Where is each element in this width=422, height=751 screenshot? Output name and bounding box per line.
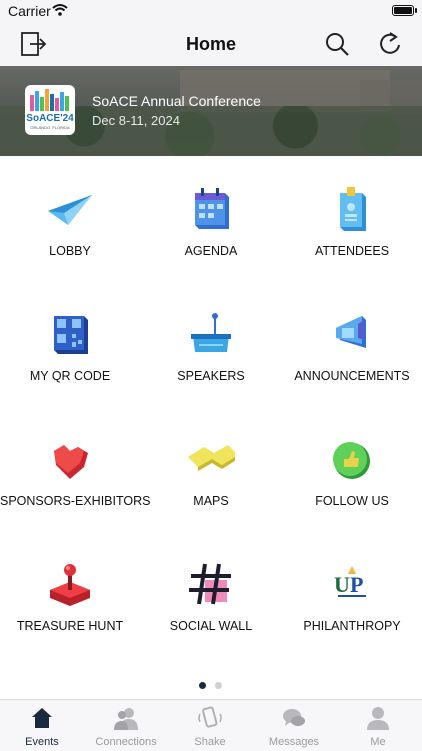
home-icon: [32, 708, 52, 728]
svg-text:P: P: [350, 572, 363, 597]
tile-speakers[interactable]: SPEAKERS: [141, 290, 281, 415]
tab-events[interactable]: Events: [0, 700, 84, 751]
tile-label: MAPS: [193, 494, 229, 508]
calendar-icon: [195, 188, 229, 229]
tab-label: Me: [370, 736, 386, 748]
tile-label: MY QR CODE: [29, 369, 111, 383]
up-logo-icon: U P: [334, 566, 366, 597]
tile-label: ANNOUNCEMENTS: [294, 369, 410, 383]
tab-label: Messages: [268, 736, 320, 748]
tab-label: Connections: [95, 736, 157, 748]
logo-subtext: ORLANDO, FLORIDA: [30, 125, 70, 130]
tile-label: ATTENDEES: [314, 244, 390, 258]
event-logo: SoACE'24 ORLANDO, FLORIDA: [25, 85, 75, 135]
people-icon: [114, 708, 138, 730]
id-badge-icon: [340, 187, 366, 231]
qr-code-icon: [54, 316, 88, 354]
tile-label: TREASURE HUNT: [16, 619, 124, 633]
page-dot-active[interactable]: [199, 682, 206, 689]
tile-label: LOBBY: [49, 244, 91, 258]
tab-bar: Events Connections Shake Messages Me: [0, 699, 422, 751]
page-indicator[interactable]: [0, 678, 422, 692]
tile-philanthropy[interactable]: U P PHILANTHROPY: [282, 540, 422, 665]
carrier-label: Carrier: [8, 3, 51, 19]
logo-text: SoACE'24: [26, 113, 74, 124]
tile-maps[interactable]: MAPS: [141, 415, 281, 540]
tab-me[interactable]: Me: [336, 700, 420, 751]
tile-agenda[interactable]: AGENDA: [141, 165, 281, 290]
tile-label: AGENDA: [184, 244, 238, 258]
heart-icon: [54, 445, 88, 479]
joystick-icon: [50, 564, 90, 606]
shake-phone-icon: [198, 706, 222, 728]
chat-bubbles-icon: [283, 709, 305, 726]
page-dot[interactable]: [215, 682, 222, 689]
event-title: SoACE Annual Conference: [92, 93, 261, 109]
tile-follow-us[interactable]: FOLLOW US: [282, 415, 422, 540]
tile-my-qr-code[interactable]: MY QR CODE: [0, 290, 140, 415]
podium-icon: [191, 313, 231, 352]
tile-label: FOLLOW US: [315, 494, 389, 508]
battery-icon: [392, 5, 414, 16]
tile-attendees[interactable]: ATTENDEES: [282, 165, 422, 290]
tab-messages[interactable]: Messages: [252, 700, 336, 751]
tile-label: SPEAKERS: [177, 369, 245, 383]
battery-tip: [415, 8, 417, 13]
event-banner[interactable]: SoACE'24 ORLANDO, FLORIDA SoACE Annual C…: [0, 66, 422, 156]
navigation-bar: Home: [0, 22, 422, 66]
tile-treasure-hunt[interactable]: TREASURE HUNT: [0, 540, 140, 665]
tile-label: SOCIAL WALL: [169, 619, 253, 633]
tab-connections[interactable]: Connections: [84, 700, 168, 751]
megaphone-icon: [336, 316, 366, 348]
hashtag-icon: [189, 563, 231, 605]
tile-label: SPONSORS-EXHIBITORS: [0, 494, 151, 508]
tile-social-wall[interactable]: SOCIAL WALL: [141, 540, 281, 665]
tile-label: PHILANTHROPY: [303, 619, 401, 633]
tile-announcements[interactable]: ANNOUNCEMENTS: [282, 290, 422, 415]
tile-sponsors-exhibitors[interactable]: SPONSORS-EXHIBITORS: [0, 415, 151, 540]
page-title: Home: [185, 34, 236, 54]
tab-shake[interactable]: Shake: [168, 700, 252, 751]
tile-lobby[interactable]: LOBBY: [0, 165, 140, 290]
thumbs-up-icon: [333, 442, 370, 479]
wifi-icon: [52, 4, 68, 16]
person-icon: [367, 707, 389, 730]
status-bar: Carrier: [0, 0, 422, 22]
event-dates: Dec 8-11, 2024: [92, 113, 180, 128]
refresh-icon[interactable]: [376, 30, 404, 58]
skyline-logo-icon: [30, 89, 69, 111]
map-icon: [188, 445, 235, 471]
paper-plane-icon: [48, 195, 92, 225]
search-icon[interactable]: [323, 30, 351, 58]
tab-label: Events: [25, 736, 59, 748]
svg-text:U: U: [334, 572, 350, 597]
tab-label: Shake: [194, 736, 226, 748]
